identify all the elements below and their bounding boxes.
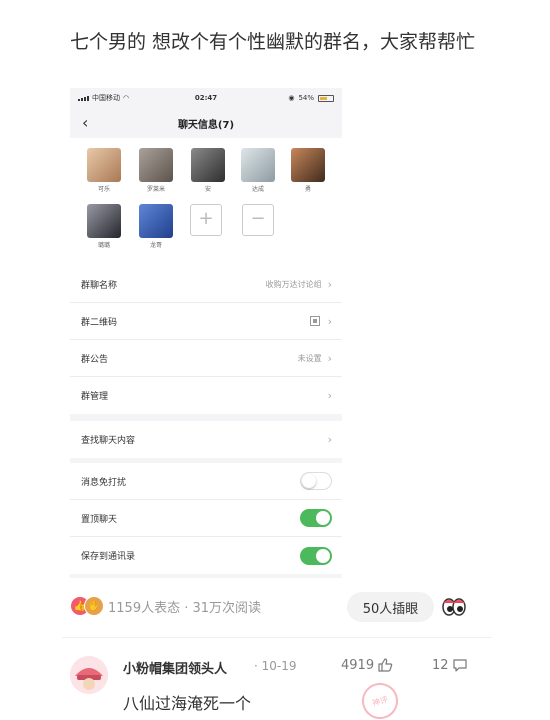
comment-reply-button[interactable]: 12 [432,657,468,673]
nav-bar: ‹ 聊天信息(7) [70,110,342,136]
chevron-right-icon: › [327,389,332,402]
member-name: 达成 [251,186,264,193]
row-label: 群公告 [81,354,109,365]
divider [62,637,492,638]
chevron-right-icon: › [327,433,332,446]
thumbs-up-icon [378,658,393,672]
avatar [191,148,225,182]
member-3[interactable]: 安 [188,148,228,193]
member-name: 罗莱米 [146,186,165,193]
toggle-section: 消息免打扰 置顶聊天 保存到通讯录 [70,463,342,574]
mute-toggle[interactable] [300,472,332,490]
nav-title: 聊天信息(7) [177,119,235,131]
post-title: 七个男的 想改个有个性幽默的群名，大家帮帮忙 [70,31,476,53]
chevron-left-icon[interactable]: ‹ [82,113,88,132]
member-6[interactable]: 璐璐 [84,204,124,249]
reactions[interactable]: 👍 ✋ [70,596,104,616]
sticky-toggle[interactable] [300,509,332,527]
row-label: 群管理 [81,392,109,402]
status-bar: 中国移动 ◠ 02:47 ◉ 54% [70,88,342,108]
mute-row: 消息免打扰 [70,463,342,500]
add-member-button[interactable]: + [186,204,226,236]
avatar [139,204,173,238]
member-1[interactable]: 可乐 [84,148,124,193]
avatar [291,148,325,182]
qr-code-row[interactable]: 群二维码 › [70,303,342,340]
status-time: 02:47 [194,94,218,102]
member-name: 可乐 [97,186,110,193]
member-grid: 可乐 罗莱米 安 达成 勇 璐璐 龙哥 + − [70,138,342,266]
member-7[interactable]: 龙哥 [136,204,176,249]
notice-value: 未设置 [297,353,322,363]
hot-comment-stamp: 神评 [357,678,403,720]
avatar [139,148,173,182]
save-contacts-toggle[interactable] [300,546,332,565]
member-name: 安 [204,186,211,193]
member-name: 璐璐 [97,242,110,249]
remove-member-button[interactable]: − [238,204,278,236]
comment-time: · 10-19 [254,659,297,673]
member-5[interactable]: 勇 [288,148,328,193]
member-4[interactable]: 达成 [238,148,278,193]
battery-icon [318,94,334,102]
chevron-right-icon: › [327,314,332,328]
row-label: 群二维码 [81,317,118,328]
member-2[interactable]: 罗莱米 [136,148,176,193]
avatar [241,148,275,182]
minus-icon: − [242,204,274,236]
group-settings-section: 群聊名称 收购万达讨论组 › 群二维码 › 群公告 未设置 › 群管理 › [70,266,342,414]
avatar-image [70,656,108,694]
group-name-value: 收购万达讨论组 [265,279,322,289]
group-name-row[interactable]: 群聊名称 收购万达讨论组 › [70,266,342,303]
qr-code-icon [309,316,320,326]
avatar [87,148,121,182]
notice-row[interactable]: 群公告 未设置 › [70,340,342,377]
member-name: 勇 [304,186,311,193]
commenter-name[interactable]: 小粉帽集团领头人 [123,658,227,677]
chevron-right-icon: › [327,277,332,291]
hug-icon: ✋ [84,596,104,616]
commenter-avatar[interactable] [70,656,108,694]
save-contacts-row: 保存到通讯录 [70,537,342,574]
row-label: 保存到通讯录 [81,552,136,562]
search-section: 查找聊天内容 › [70,421,342,458]
like-count: 4919 [341,657,375,673]
manage-row[interactable]: 群管理 › [70,377,342,414]
comment-bubble-icon [452,659,467,672]
row-label: 消息免打扰 [81,477,127,488]
phone-screenshot[interactable]: 中国移动 ◠ 02:47 ◉ 54% ‹ 聊天信息(7) 可乐 罗莱米 安 达成 [70,88,342,578]
sticky-row: 置顶聊天 [70,500,342,537]
comment-like-button[interactable]: 4919 [341,657,393,673]
member-name: 龙哥 [149,242,162,249]
plus-icon: + [190,204,222,236]
comment-text: 八仙过海淹死一个 [123,694,252,713]
want-button[interactable]: 50人插眼 [347,592,434,622]
eyes-icon[interactable] [441,597,467,617]
chevron-right-icon: › [327,351,332,365]
post-stats: 👍 ✋ 1159人表态 · 31万次阅读 [70,591,261,621]
search-history-row[interactable]: 查找聊天内容 › [70,421,342,458]
avatar [87,204,121,238]
row-label: 置顶聊天 [81,514,118,525]
row-label: 群聊名称 [81,280,118,291]
reply-count: 12 [432,657,449,673]
stats-text: 1159人表态 · 31万次阅读 [108,600,262,616]
row-label: 查找聊天内容 [81,436,136,446]
